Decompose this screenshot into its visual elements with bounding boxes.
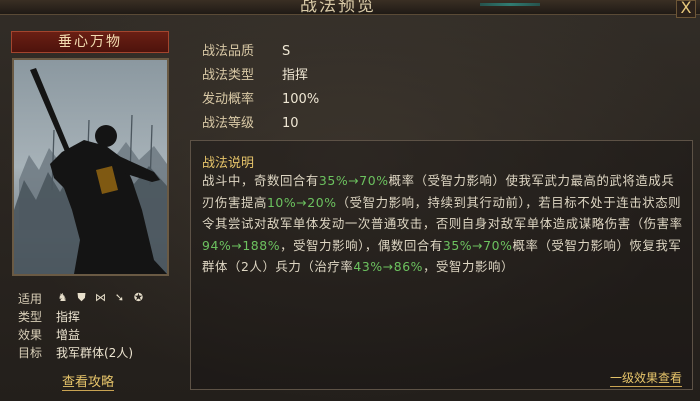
info-value-target: 我军群体(2人) — [56, 346, 133, 360]
spear-icon: ➘ — [114, 291, 125, 304]
stat-value: 10 — [282, 116, 299, 131]
stat-label: 战法类型 — [202, 68, 255, 83]
description-highlight-value: 35%→70% — [318, 173, 389, 188]
stat-row-trigger-rate: 发动概率 100% — [202, 88, 319, 107]
shield-icon: ⛊ — [77, 291, 86, 304]
description-body: 战斗中，奇数回合有35%→70%概率（受智力影响）使我军武力最高的武将造成兵刃伤… — [202, 170, 684, 278]
stat-label: 战法品质 — [202, 44, 255, 59]
warrior-silhouette-art — [14, 60, 167, 274]
description-title: 战法说明 — [202, 156, 255, 171]
stat-value: 指挥 — [282, 68, 309, 83]
window-title: 战法预览 — [300, 0, 376, 16]
skill-portrait — [12, 58, 169, 276]
stat-row-type: 战法类型 指挥 — [202, 64, 308, 83]
level-one-effect-link[interactable]: 一级效果查看 — [609, 369, 682, 387]
siege-icon: ✪ — [133, 291, 144, 304]
stat-value: S — [282, 44, 291, 59]
stat-label: 战法等级 — [202, 116, 255, 131]
stat-row-level: 战法等级 10 — [202, 112, 299, 131]
view-guide-link[interactable]: 查看攻略 — [62, 371, 115, 391]
description-text: ，受智力影响） — [423, 259, 514, 274]
close-button[interactable]: X — [676, 0, 696, 18]
description-highlight-value: 35%→70% — [442, 237, 513, 253]
description-text: ，受智力影响），偶数回合有 — [280, 237, 443, 253]
info-label-applicable: 适用 — [18, 292, 43, 306]
info-value-effect: 增益 — [56, 328, 81, 342]
description-text: 战斗中，奇数回合有 — [202, 173, 319, 188]
description-highlight-value: 43%→86% — [353, 259, 424, 274]
title-bar-accent — [480, 3, 540, 6]
info-label-effect: 效果 — [18, 328, 43, 342]
unit-type-icons: ♞ ⛊ ⋈ ➘ ✪ — [56, 291, 145, 304]
info-label-target: 目标 — [18, 346, 43, 360]
description-highlight-value: 10%→20% — [266, 194, 337, 210]
bow-icon: ⋈ — [95, 291, 106, 304]
stat-value: 100% — [282, 92, 320, 107]
cavalry-icon: ♞ — [57, 291, 68, 304]
info-value-type: 指挥 — [56, 310, 81, 324]
info-label-type: 类型 — [18, 310, 43, 324]
description-highlight-value: 94%→188% — [202, 237, 281, 253]
stat-row-quality: 战法品质 S — [202, 40, 290, 59]
stat-label: 发动概率 — [202, 92, 255, 107]
skill-name-banner: 垂心万物 — [11, 31, 169, 53]
